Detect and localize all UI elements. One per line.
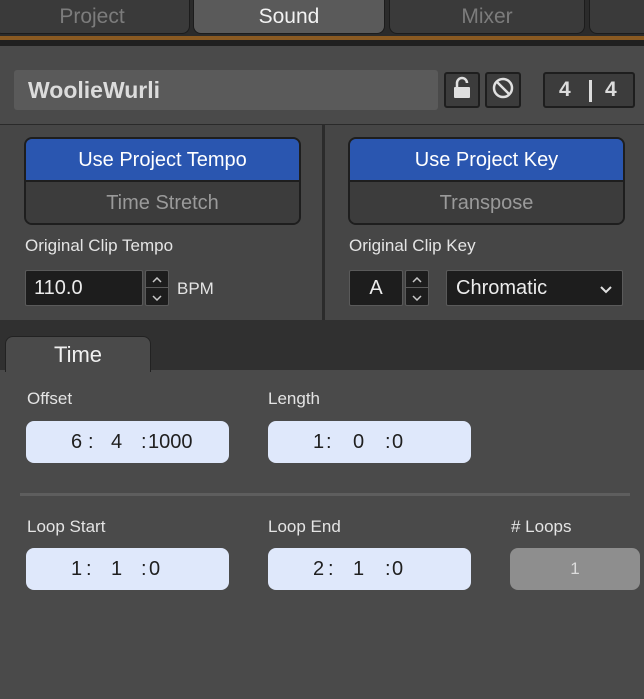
transpose-button[interactable]: Transpose (350, 182, 623, 223)
length-tick: 0 (392, 431, 404, 453)
clip-name-bar: WoolieWurli 4 4 (0, 60, 644, 120)
tempo-input[interactable]: 110.0 (25, 270, 143, 306)
tab-project[interactable]: Project (0, 0, 190, 34)
loop-start-label: Loop Start (27, 517, 106, 536)
tempo-mode-group: Use Project Tempo Time Stretch (24, 137, 301, 225)
tab-overflow[interactable] (589, 0, 644, 34)
scale-select-value: Chromatic (456, 277, 548, 299)
chevron-up-icon (152, 270, 162, 288)
time-signature-divider (589, 80, 592, 102)
header-divider (0, 40, 644, 46)
clip-name-field[interactable]: WoolieWurli (14, 70, 438, 110)
loop-end-bar: 2 (313, 558, 325, 580)
tab-time[interactable]: Time (5, 336, 151, 372)
loop-end-tick: 0 (392, 558, 404, 580)
tab-strip: Project Sound Mixer (0, 0, 644, 36)
offset-beat: 4 (111, 431, 123, 453)
key-stepper[interactable] (405, 270, 429, 306)
use-project-key-button[interactable]: Use Project Key (350, 139, 623, 182)
key-increment-button[interactable] (406, 271, 428, 288)
tempo-decrement-button[interactable] (146, 288, 168, 305)
tab-sound[interactable]: Sound (193, 0, 385, 34)
length-label: Length (268, 389, 320, 408)
tab-mixer[interactable]: Mixer (389, 0, 585, 34)
loops-label: # Loops (511, 517, 572, 536)
loop-start-field[interactable]: 1 : 1 : 0 (26, 548, 229, 590)
offset-field[interactable]: 6 : 4 : 1000 (26, 421, 229, 463)
offset-label: Offset (27, 389, 73, 408)
length-bar: 1 (313, 431, 325, 453)
original-clip-tempo-label: Original Clip Tempo (25, 236, 174, 255)
length-beat: 0 (353, 431, 365, 453)
lock-button[interactable] (444, 72, 480, 108)
tempo-stepper[interactable] (145, 270, 169, 306)
tempo-increment-button[interactable] (146, 271, 168, 288)
no-entry-icon (491, 76, 515, 105)
loop-start-tick: 0 (149, 558, 161, 580)
loop-start-bar: 1 (71, 558, 83, 580)
loop-end-beat: 1 (353, 558, 365, 580)
time-signature[interactable]: 4 4 (543, 72, 635, 108)
time-signature-denominator: 4 (605, 78, 617, 101)
time-divider (20, 493, 630, 496)
offset-bar: 6 (71, 431, 83, 453)
chevron-down-icon (600, 271, 612, 305)
disable-button[interactable] (485, 72, 521, 108)
panel-divider (322, 124, 325, 320)
chevron-down-icon (412, 288, 422, 306)
loop-end-field[interactable]: 2 : 1 : 0 (268, 548, 471, 590)
time-stretch-button[interactable]: Time Stretch (26, 182, 299, 223)
use-project-tempo-button[interactable]: Use Project Tempo (26, 139, 299, 182)
lock-icon (451, 76, 473, 105)
offset-tick: 1000 (148, 431, 193, 453)
key-mode-group: Use Project Key Transpose (348, 137, 625, 225)
length-field[interactable]: 1 : 0 : 0 (268, 421, 471, 463)
time-signature-numerator: 4 (559, 78, 571, 101)
bpm-unit-label: BPM (177, 279, 214, 298)
chevron-up-icon (412, 270, 422, 288)
original-clip-key-label: Original Clip Key (349, 236, 476, 255)
key-decrement-button[interactable] (406, 288, 428, 305)
key-input[interactable]: A (349, 270, 403, 306)
loop-end-label: Loop End (268, 517, 341, 536)
scale-select[interactable]: Chromatic (446, 270, 623, 306)
loops-field: 1 (510, 548, 640, 590)
chevron-down-icon (152, 288, 162, 306)
loop-start-beat: 1 (111, 558, 123, 580)
